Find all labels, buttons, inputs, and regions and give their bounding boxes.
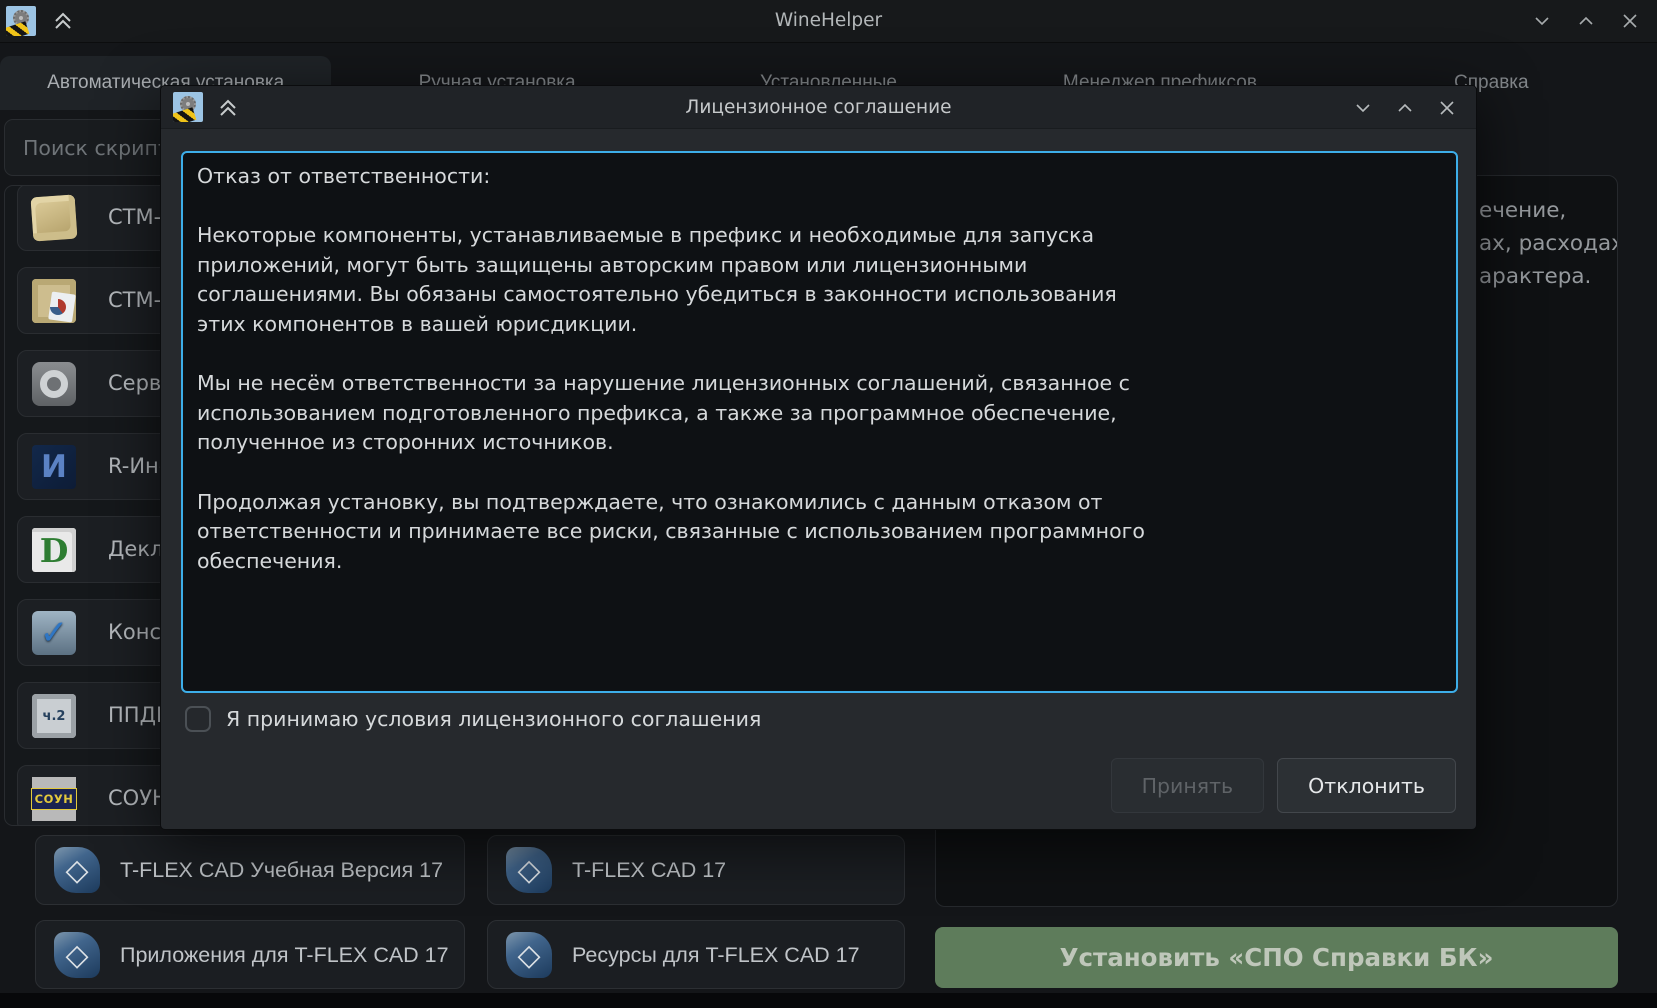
dialog-title: Лицензионное соглашение <box>161 86 1476 129</box>
frame-chart-icon <box>32 279 76 323</box>
main-titlebar: WineHelper <box>0 0 1657 43</box>
accept-terms-label: Я принимаю условия лицензионного соглаше… <box>226 707 761 731</box>
document-d-icon: D <box>32 528 76 572</box>
dialog-close-button[interactable] <box>1434 95 1460 121</box>
tflex-resources-button[interactable]: ◇ Ресурсы для T-FLEX CAD 17 <box>487 920 905 989</box>
window-title: WineHelper <box>0 0 1657 42</box>
tflex-logo-icon: ◇ <box>506 847 552 893</box>
license-text-area[interactable]: Отказ от ответственности: Некоторые комп… <box>181 151 1458 693</box>
dialog-window-controls <box>1350 86 1460 129</box>
soun-plate-icon: СОУН <box>32 777 76 821</box>
window-controls <box>1529 0 1643 42</box>
maximize-button[interactable] <box>1573 8 1599 34</box>
accept-terms-checkbox-row[interactable]: Я принимаю условия лицензионного соглаше… <box>185 706 761 732</box>
monitor-check-icon: ✓ <box>32 611 76 655</box>
letter-i-icon: И <box>32 445 76 489</box>
minimize-button[interactable] <box>1529 8 1555 34</box>
chevron-up-icon <box>1575 10 1597 32</box>
license-agreement-dialog: Лицензионное соглашение Отказ от ответст… <box>160 85 1477 830</box>
dialog-titlebar: Лицензионное соглашение <box>161 86 1476 129</box>
close-icon <box>1619 10 1641 32</box>
chevron-down-icon <box>1352 97 1374 119</box>
tflex-apps-button[interactable]: ◇ Приложения для T-FLEX CAD 17 <box>35 920 465 989</box>
accept-terms-checkbox[interactable] <box>185 706 211 732</box>
decline-button[interactable]: Отклонить <box>1277 758 1456 813</box>
dialog-buttons: Принять Отклонить <box>1111 758 1456 813</box>
archive-stack-icon <box>31 195 78 242</box>
chevron-up-icon <box>1394 97 1416 119</box>
chevron-down-icon <box>1531 10 1553 32</box>
tflex-cad-button[interactable]: ◇ T-FLEX CAD 17 <box>487 835 905 905</box>
close-icon <box>1436 97 1458 119</box>
monitor-icon: ч.2 <box>32 694 76 738</box>
install-spo-spravki-bk-button[interactable]: Установить «СПО Справки БК» <box>935 927 1618 988</box>
window-bottom-edge <box>0 993 1657 1008</box>
close-button[interactable] <box>1617 8 1643 34</box>
tflex-cad-edu-button[interactable]: ◇ T-FLEX CAD Учебная Версия 17 <box>35 835 465 905</box>
dialog-maximize-button[interactable] <box>1392 95 1418 121</box>
tflex-logo-icon: ◇ <box>54 932 100 978</box>
description-text: ечение, ах, расходах, арактера. <box>1479 194 1618 293</box>
gray-ring-icon <box>32 362 76 406</box>
dialog-minimize-button[interactable] <box>1350 95 1376 121</box>
tflex-logo-icon: ◇ <box>54 847 100 893</box>
license-text: Отказ от ответственности: Некоторые комп… <box>197 162 1442 576</box>
list-item-label: СОУН <box>108 766 168 826</box>
winehelper-window: WineHelper Автоматическая установка Ручн… <box>0 0 1657 1008</box>
tflex-logo-icon: ◇ <box>506 932 552 978</box>
accept-button[interactable]: Принять <box>1111 758 1265 813</box>
